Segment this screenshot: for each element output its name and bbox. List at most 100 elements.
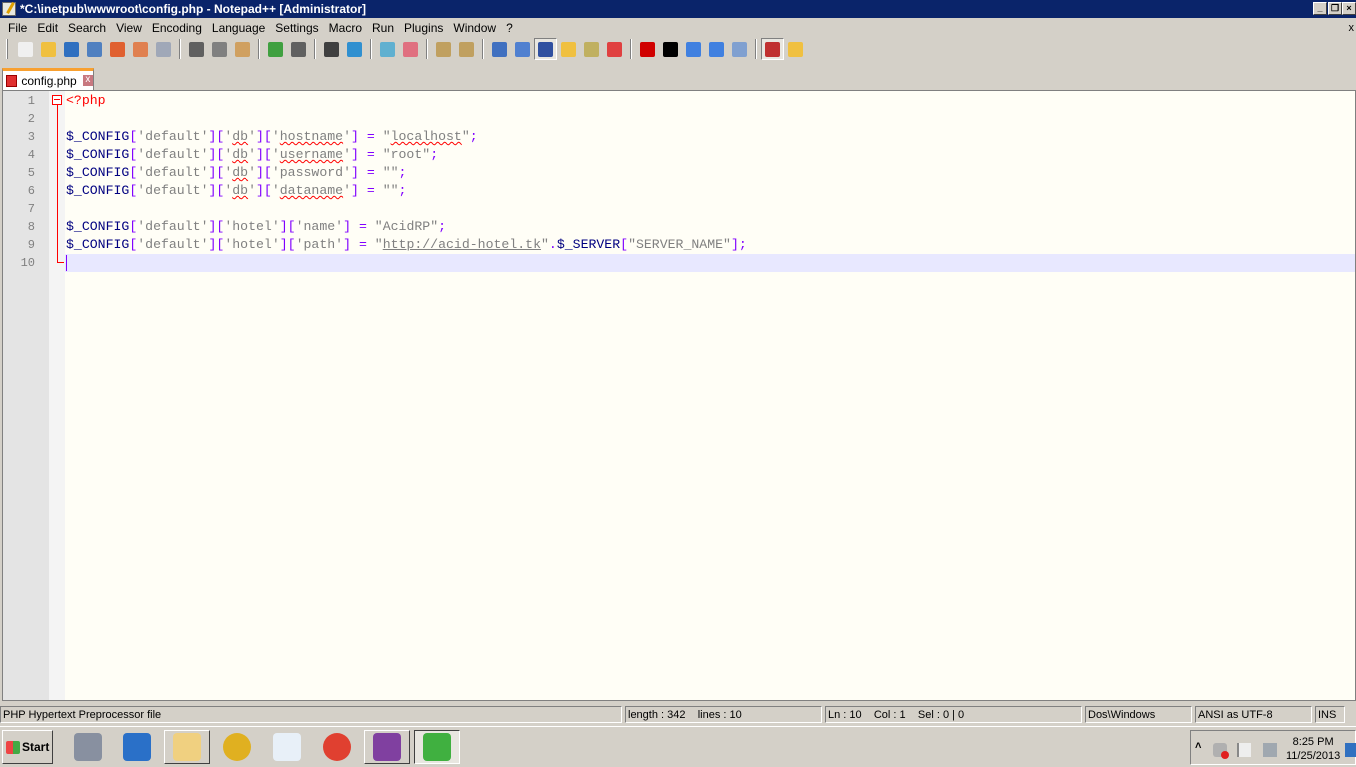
sync-horizontal-button[interactable] [455, 38, 478, 60]
menu-view[interactable]: View [111, 19, 147, 37]
open-file-icon [41, 41, 56, 57]
open-file-button[interactable] [37, 38, 60, 60]
code-editor[interactable]: 1 <?php 2 3 $_CONFIG['default']['db']['hostn… [2, 90, 1356, 701]
network-icon[interactable] [1263, 743, 1277, 757]
close-all-icon [133, 41, 148, 57]
record-macro-button[interactable] [636, 38, 659, 60]
line-number: 6 [27, 184, 35, 198]
taskbar-notepadpp[interactable] [414, 730, 460, 764]
menu-edit[interactable]: Edit [32, 19, 63, 37]
start-button[interactable]: Start [2, 730, 53, 764]
fold-collapse-icon[interactable] [52, 95, 62, 105]
close-document-button[interactable]: x [1349, 19, 1355, 37]
volume-muted-icon[interactable] [1213, 743, 1229, 759]
print-button[interactable] [152, 38, 175, 60]
toolbar-separator [426, 39, 428, 59]
menu-plugins[interactable]: Plugins [399, 19, 448, 37]
clock[interactable]: 8:25 PM 11/25/2013 [1286, 735, 1340, 763]
menu-file[interactable]: File [3, 19, 32, 37]
code-line[interactable]: <?php [66, 92, 106, 110]
action-center-flag-icon[interactable] [1237, 743, 1251, 757]
menu-encoding[interactable]: Encoding [147, 19, 207, 37]
taskbar-chrome[interactable] [314, 730, 360, 764]
cut-button[interactable] [185, 38, 208, 60]
taskbar-atom-app[interactable] [264, 730, 310, 764]
save-all-icon [87, 41, 102, 57]
show-desktop-icon[interactable] [1345, 743, 1356, 757]
tab-config-php[interactable]: config.php x [2, 68, 94, 90]
menu-search[interactable]: Search [63, 19, 111, 37]
menu-settings[interactable]: Settings [270, 19, 323, 37]
zoom-out-button[interactable] [399, 38, 422, 60]
sync-vertical-icon [436, 41, 451, 57]
menu-bar: File Edit Search View Encoding Language Settin… [0, 19, 1356, 37]
replace-button[interactable] [343, 38, 366, 60]
code-line[interactable]: $_CONFIG['default']['db']['username'] = … [66, 146, 438, 164]
indent-guide-button[interactable] [534, 38, 557, 60]
text-caret [66, 255, 67, 271]
close-window-button[interactable]: × [1342, 2, 1356, 15]
taskbar-winrar[interactable] [364, 730, 410, 764]
show-all-chars-button[interactable] [511, 38, 534, 60]
zoom-in-button[interactable] [376, 38, 399, 60]
code-line[interactable]: $_CONFIG['default']['hotel']['path'] = "… [66, 236, 747, 254]
line-number: 5 [27, 166, 35, 180]
run-macro-multiple-button[interactable] [705, 38, 728, 60]
winrar-icon [373, 733, 401, 761]
clock-date: 11/25/2013 [1286, 750, 1341, 762]
doc-map-button[interactable] [580, 38, 603, 60]
save-button[interactable] [60, 38, 83, 60]
save-icon [64, 41, 79, 57]
folder-link-button[interactable] [784, 38, 807, 60]
taskbar-server-manager[interactable] [65, 730, 111, 764]
function-list-button[interactable] [603, 38, 626, 60]
line-number: 3 [27, 130, 35, 144]
minimize-button[interactable]: _ [1313, 2, 1327, 15]
stop-macro-button[interactable] [659, 38, 682, 60]
menu-help[interactable]: ? [501, 19, 518, 37]
code-line[interactable]: $_CONFIG['default']['db']['hostname'] = … [66, 128, 478, 146]
save-all-button[interactable] [83, 38, 106, 60]
find-icon [324, 41, 339, 57]
spell-check-button[interactable] [761, 38, 784, 60]
sync-vertical-button[interactable] [432, 38, 455, 60]
taskbar-xampp[interactable] [214, 730, 260, 764]
spell-check-icon [765, 41, 780, 57]
replace-icon [347, 41, 362, 57]
code-line[interactable]: $_CONFIG['default']['db']['dataname'] = … [66, 182, 406, 200]
toolbar [0, 37, 1356, 61]
notepadpp-icon [423, 733, 451, 761]
line-number: 7 [27, 202, 35, 216]
record-macro-icon [640, 41, 655, 57]
undo-button[interactable] [264, 38, 287, 60]
toolbar-grip[interactable] [6, 39, 8, 59]
paste-button[interactable] [231, 38, 254, 60]
word-wrap-button[interactable] [488, 38, 511, 60]
menu-macro[interactable]: Macro [324, 19, 367, 37]
tab-close-button[interactable]: x [82, 75, 93, 86]
close-all-button[interactable] [129, 38, 152, 60]
user-language-button[interactable] [557, 38, 580, 60]
menu-language[interactable]: Language [207, 19, 270, 37]
new-file-button[interactable] [14, 38, 37, 60]
status-file-type: PHP Hypertext Preprocessor file [0, 706, 622, 723]
taskbar-powershell[interactable] [114, 730, 160, 764]
copy-button[interactable] [208, 38, 231, 60]
indent-guide-icon [538, 41, 553, 57]
restore-button[interactable]: ❐ [1328, 2, 1342, 15]
code-line[interactable]: $_CONFIG['default']['hotel']['name'] = "… [66, 218, 446, 236]
play-macro-button[interactable] [682, 38, 705, 60]
show-hidden-icons-button[interactable]: ˄ [1195, 740, 1209, 754]
doc-map-icon [584, 41, 599, 57]
close-button[interactable] [106, 38, 129, 60]
redo-button[interactable] [287, 38, 310, 60]
start-label: Start [22, 740, 50, 754]
code-line[interactable]: $_CONFIG['default']['db']['password'] = … [66, 164, 406, 182]
windows-logo-icon [6, 740, 20, 754]
find-button[interactable] [320, 38, 343, 60]
save-macro-button[interactable] [728, 38, 751, 60]
menu-window[interactable]: Window [448, 19, 501, 37]
zoom-in-icon [380, 41, 395, 57]
menu-run[interactable]: Run [367, 19, 399, 37]
taskbar-explorer[interactable] [164, 730, 210, 764]
